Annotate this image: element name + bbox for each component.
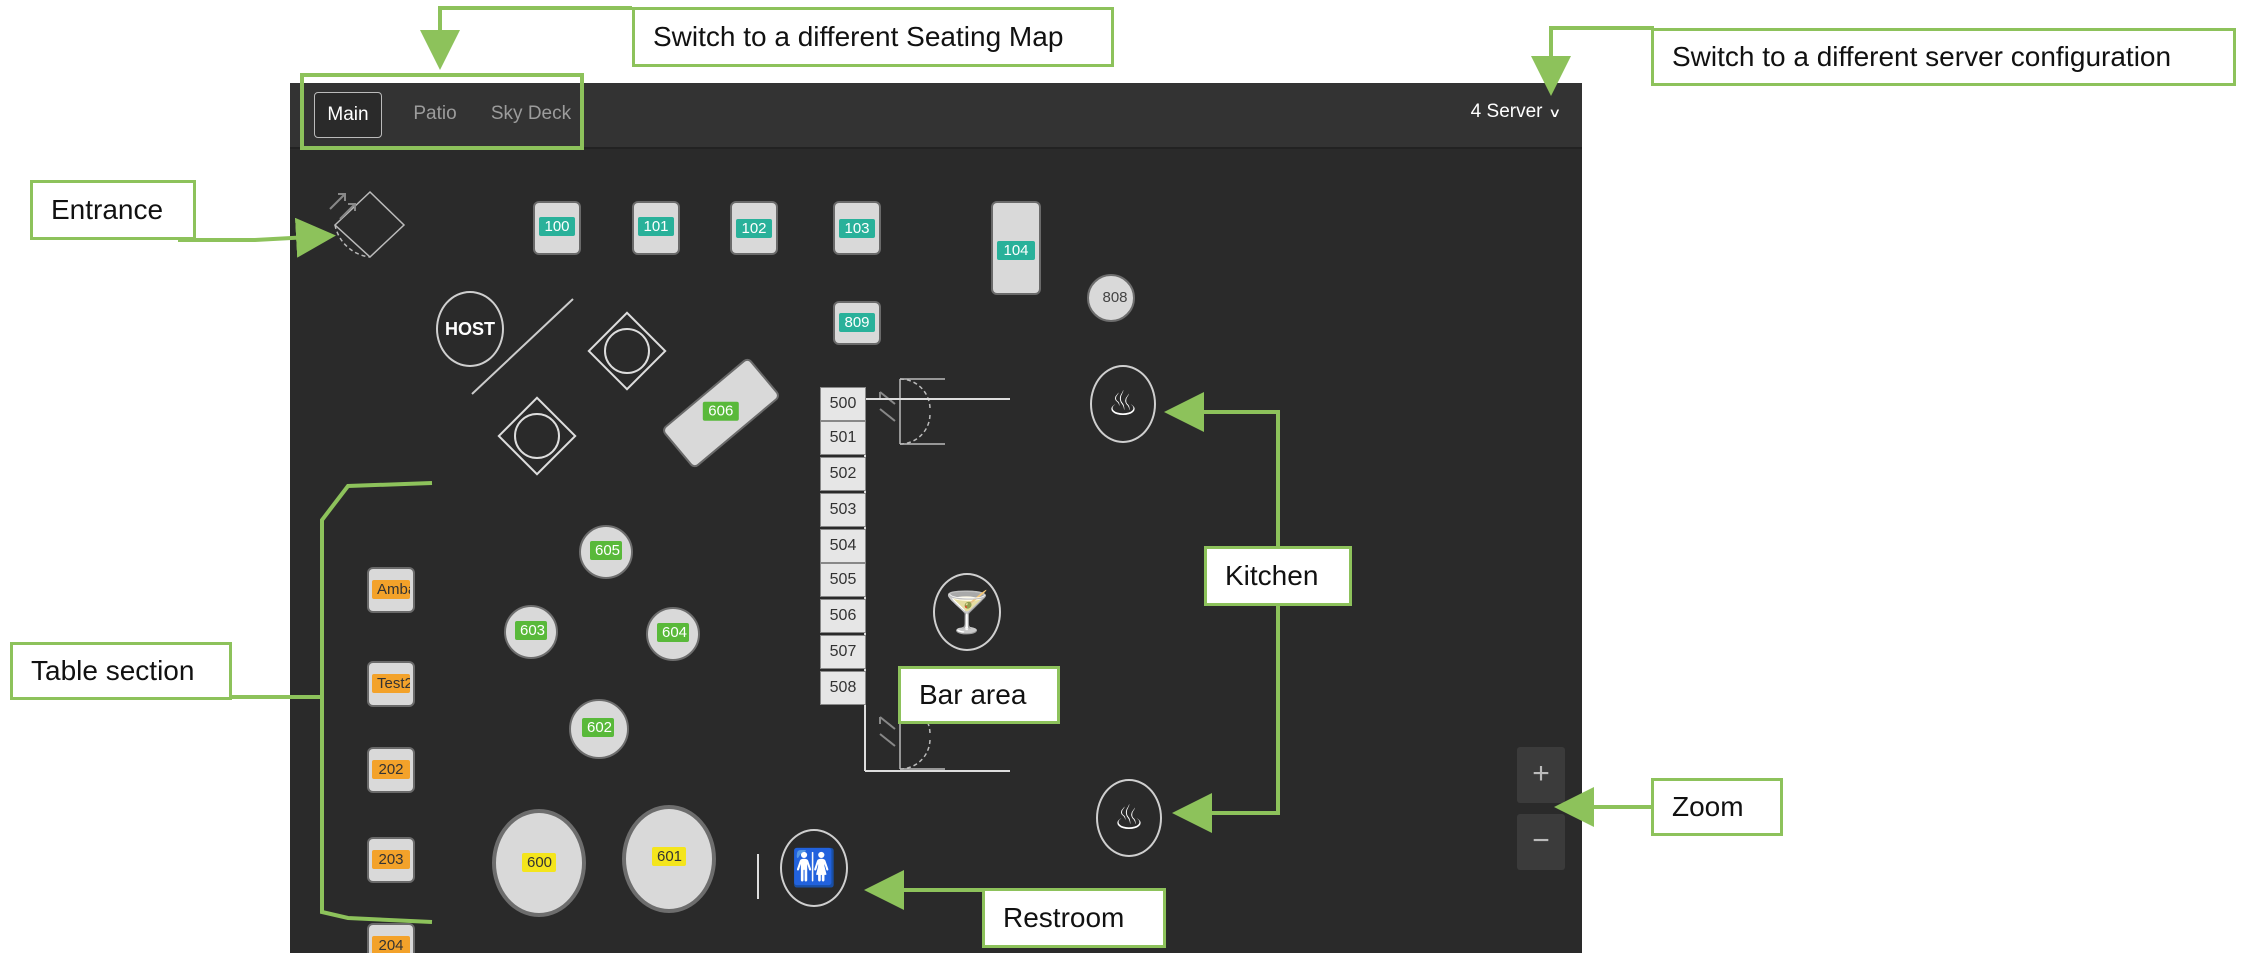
callout-bar-area: Bar area — [898, 666, 1060, 724]
callout-table-section: Table section — [10, 642, 232, 700]
bar-seat-503[interactable]: 503 — [820, 493, 866, 527]
bar-seat-505[interactable]: 505 — [820, 563, 866, 597]
table-603[interactable]: 603 — [504, 605, 558, 659]
table-102[interactable]: 102 — [732, 203, 776, 253]
table-202[interactable]: 202 — [369, 749, 413, 791]
bar-cocktail-icon: 🍸 — [933, 573, 1001, 651]
callout-entrance: Entrance — [30, 180, 196, 240]
tab-patio[interactable]: Patio — [400, 92, 470, 136]
diamond-table — [497, 311, 667, 476]
restroom-icon: 🚻 — [780, 829, 848, 907]
table-104[interactable]: 104 — [993, 203, 1039, 293]
callout-server-config: Switch to a different server configurati… — [1651, 28, 2236, 86]
zoom-in-button[interactable]: + — [1517, 747, 1565, 803]
bar-seat-500[interactable]: 500 — [820, 387, 866, 421]
callout-restroom: Restroom — [982, 888, 1166, 948]
bar-seat-508[interactable]: 508 — [820, 671, 866, 705]
table-809[interactable]: 809 — [835, 303, 879, 343]
bar-seat-502[interactable]: 502 — [820, 457, 866, 491]
floor-decor — [329, 190, 1010, 899]
bar-seat-506[interactable]: 506 — [820, 599, 866, 633]
seating-app: Main Patio Sky Deck 4 Server ∨ 100 101 1… — [290, 83, 1582, 953]
table-604[interactable]: 604 — [646, 607, 700, 661]
table-605[interactable]: 605 — [579, 525, 633, 579]
bar-seat-507[interactable]: 507 — [820, 635, 866, 669]
table-100[interactable]: 100 — [535, 203, 579, 253]
tab-sky-deck[interactable]: Sky Deck — [486, 92, 576, 136]
kitchen-chef-hat-icon: ♨ — [1096, 779, 1162, 857]
table-601[interactable]: 601 — [622, 805, 716, 913]
chevron-down-icon: ∨ — [1548, 105, 1562, 120]
kitchen-door-top — [899, 378, 945, 445]
kitchen-chef-hat-icon: ♨ — [1090, 365, 1156, 443]
table-amba[interactable]: Amba — [369, 569, 413, 611]
zoom-out-button[interactable]: − — [1517, 814, 1565, 870]
floor-plan: 100 101 102 103 104 809 606 Amba Test2 2… — [290, 149, 1582, 953]
table-808[interactable]: 808 — [1087, 274, 1135, 322]
server-config-label: 4 Server — [1470, 101, 1543, 122]
callout-zoom: Zoom — [1651, 778, 1783, 836]
host-label: HOST — [444, 318, 495, 339]
kitchen-arrows-icon — [879, 391, 896, 747]
entrance-arrows-icon — [329, 193, 356, 220]
table-600[interactable]: 600 — [492, 809, 586, 917]
table-101[interactable]: 101 — [634, 203, 678, 253]
table-203[interactable]: 203 — [369, 839, 413, 881]
entrance-door-icon — [333, 190, 406, 259]
table-103[interactable]: 103 — [835, 203, 879, 253]
table-204[interactable]: 204 — [369, 925, 413, 953]
server-config-dropdown[interactable]: 4 Server ∨ — [1470, 101, 1562, 123]
tab-main[interactable]: Main — [314, 92, 382, 138]
callout-seating-map: Switch to a different Seating Map — [632, 7, 1114, 67]
top-bar: Main Patio Sky Deck 4 Server ∨ — [290, 83, 1582, 149]
table-602[interactable]: 602 — [569, 699, 629, 759]
table-test2[interactable]: Test2 — [369, 663, 413, 705]
host-stand: HOST — [436, 291, 504, 367]
bar-seat-504[interactable]: 504 — [820, 529, 866, 563]
callout-kitchen: Kitchen — [1204, 546, 1352, 606]
bar-seat-501[interactable]: 501 — [820, 421, 866, 455]
